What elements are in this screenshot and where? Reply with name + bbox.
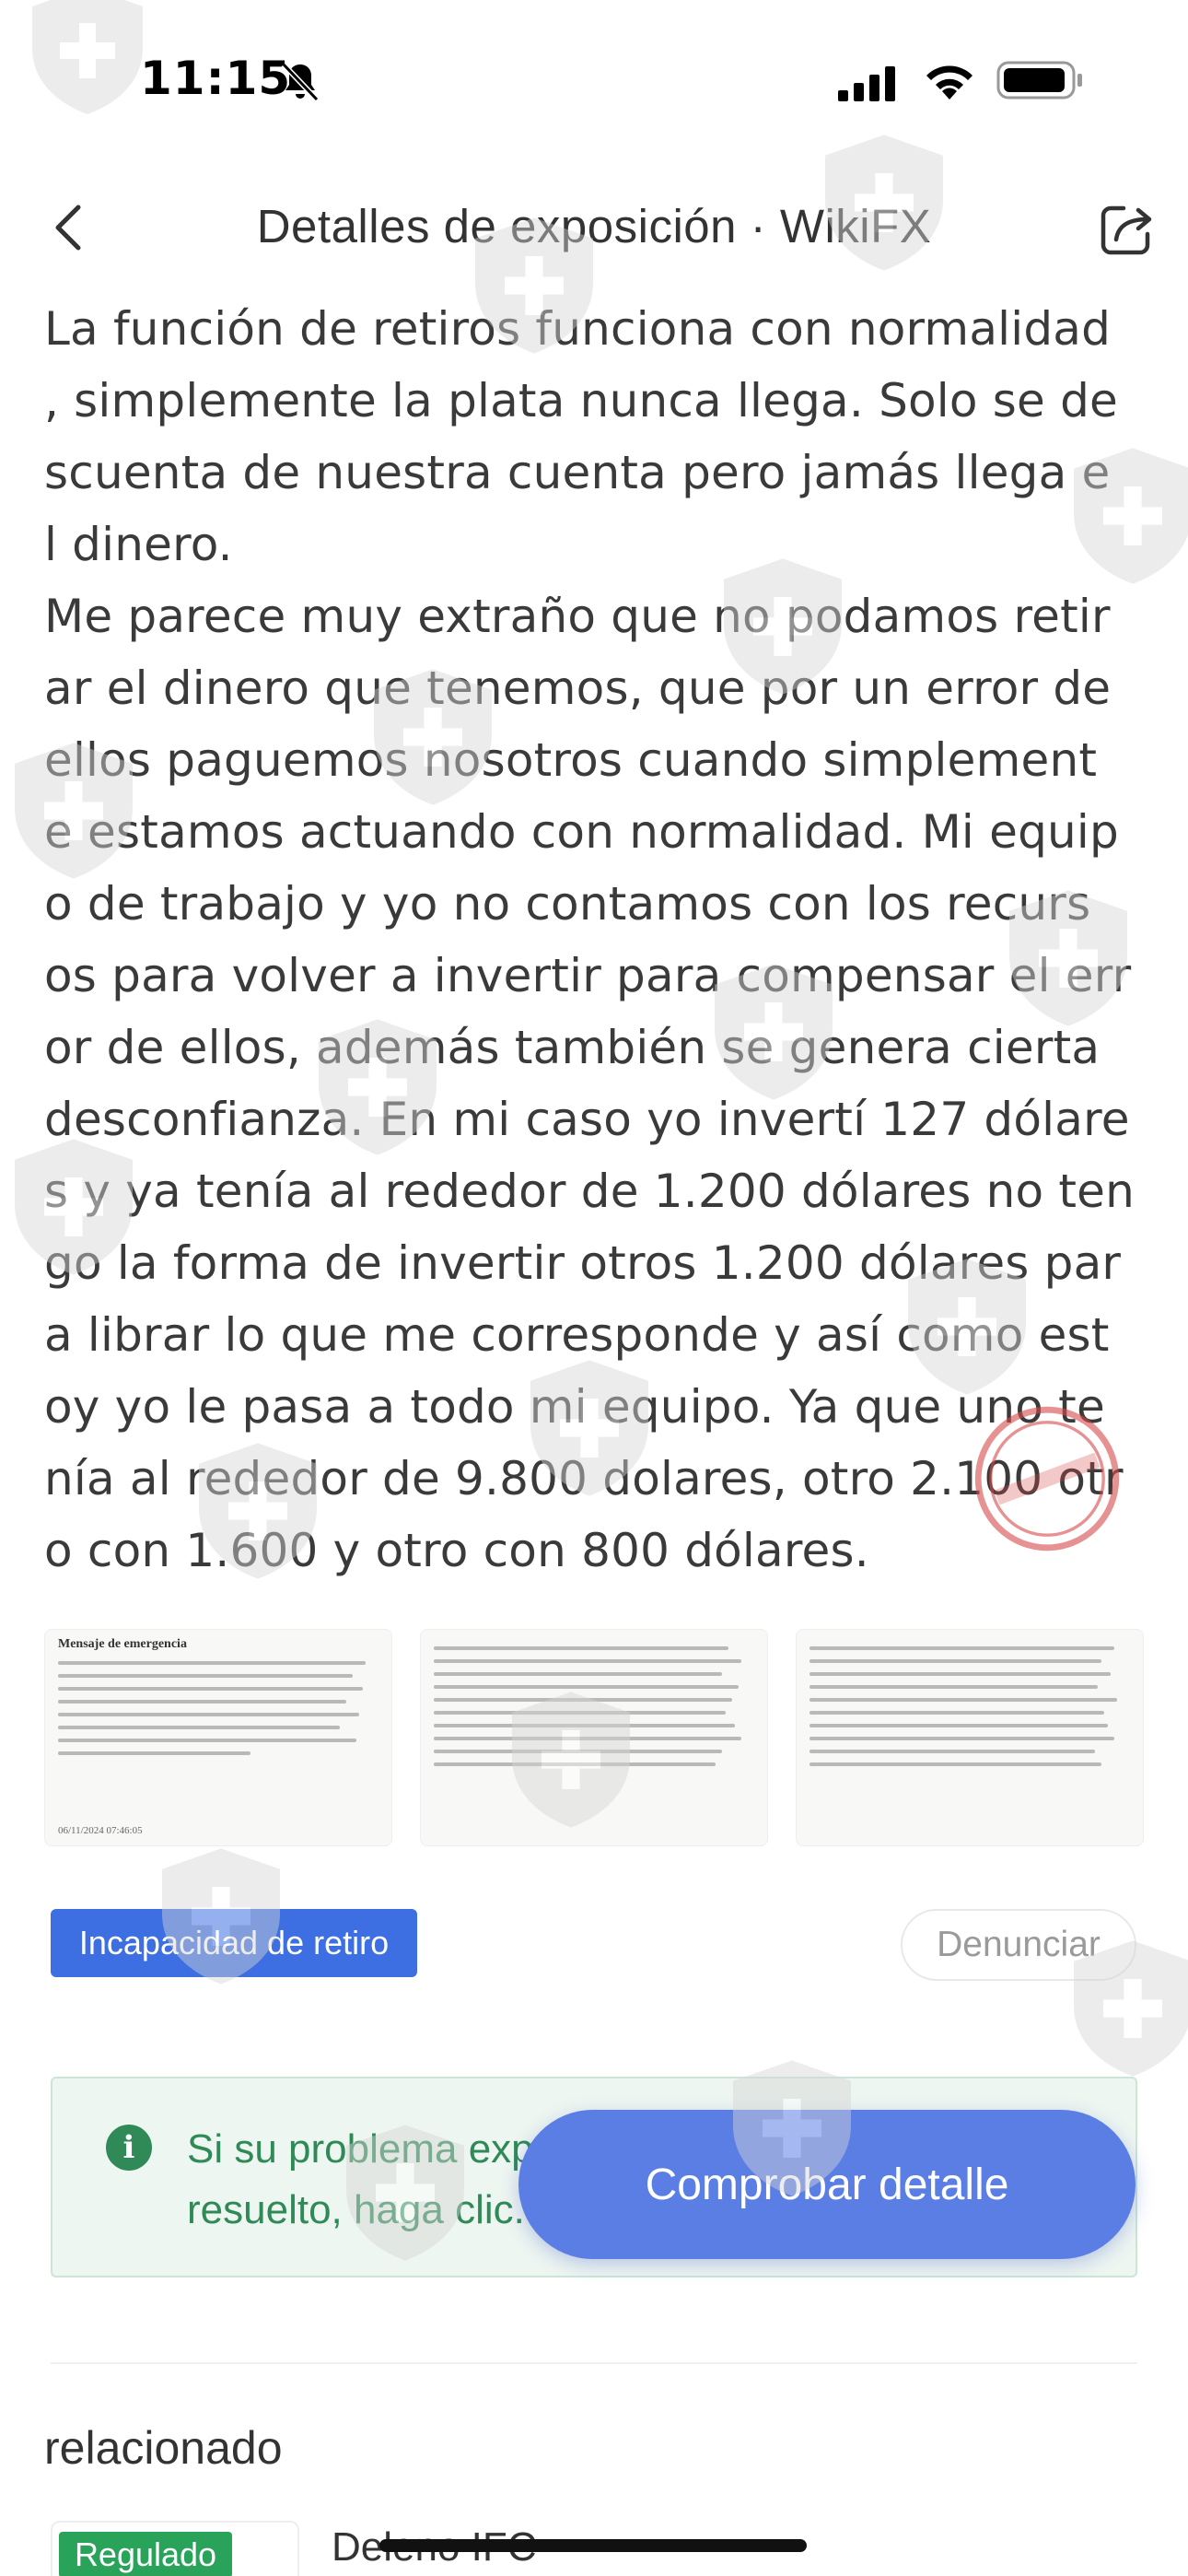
related-section-title: relacionado	[44, 2422, 283, 2474]
bell-off-icon	[281, 62, 320, 102]
info-icon: i	[106, 2125, 152, 2171]
report-button[interactable]: Denunciar	[901, 1909, 1136, 1981]
home-indicator	[379, 2539, 807, 2552]
nav-bar: Detalles de exposición · WikiFX	[0, 175, 1188, 276]
evidence-image[interactable]	[796, 1629, 1144, 1846]
battery-icon	[996, 61, 1082, 100]
category-tag: Incapacidad de retiro	[51, 1909, 417, 1977]
status-time: 11:15	[140, 52, 292, 105]
evidence-image[interactable]	[420, 1629, 768, 1846]
evidence-image-date: 06/11/2024 07:46:05	[58, 1825, 143, 1836]
status-bar: 11:15	[0, 0, 1188, 157]
wifi-icon	[926, 65, 973, 100]
evidence-image-text	[434, 1646, 754, 1766]
divider	[51, 2362, 1137, 2364]
evidence-image-text	[809, 1646, 1130, 1766]
evidence-image-title: Mensaje de emergencia	[58, 1637, 187, 1651]
share-button[interactable]	[1092, 195, 1160, 263]
page-title: Detalles de exposición · WikiFX	[256, 200, 932, 252]
signal-icon	[838, 66, 895, 101]
exposure-body-text: La función de retiros funciona con norma…	[44, 302, 1136, 1577]
check-detail-button[interactable]: Comprobar detalle	[518, 2110, 1136, 2259]
regulated-badge: Regulado	[59, 2532, 232, 2576]
evidence-image-text	[58, 1661, 379, 1755]
evidence-images: Mensaje de emergencia 06/11/2024 07:46:0…	[44, 1629, 1144, 1846]
evidence-image[interactable]: Mensaje de emergencia 06/11/2024 07:46:0…	[44, 1629, 392, 1846]
share-icon	[1101, 205, 1152, 255]
